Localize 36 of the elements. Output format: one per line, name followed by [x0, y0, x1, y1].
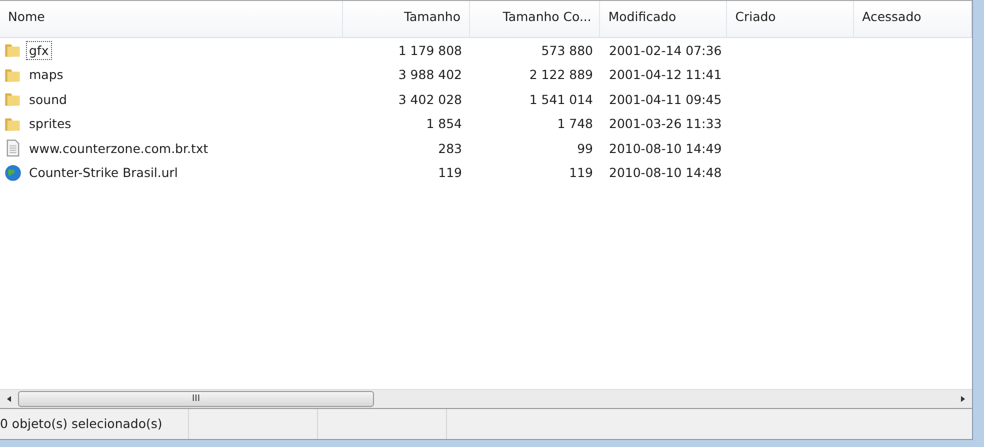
modified-date: 2001-03-26 11:33 [608, 116, 723, 132]
file-size: 3 988 402 [397, 67, 463, 82]
file-name[interactable]: sprites [26, 114, 74, 134]
column-header[interactable]: Acessado [854, 1, 972, 37]
column-header[interactable]: Tamanho Co... [470, 1, 600, 37]
globe-icon [4, 164, 22, 182]
scroll-left-arrow[interactable] [6, 396, 12, 402]
packed-size: 119 [568, 165, 594, 180]
modified-date: 2010-08-10 14:48 [608, 165, 723, 180]
file-size: 119 [437, 165, 463, 180]
scroll-right-arrow[interactable] [960, 396, 966, 402]
file-name[interactable]: maps [26, 65, 66, 84]
file-size: 1 179 808 [397, 42, 463, 58]
file-name[interactable]: sound [26, 90, 70, 109]
column-header[interactable]: Tamanho [342, 1, 470, 37]
column-header[interactable]: Criado [727, 1, 854, 37]
file-size: 283 [437, 140, 463, 156]
file-size: 1 854 [425, 116, 463, 132]
modified-date: 2010-08-10 14:49 [608, 140, 723, 156]
packed-size: 2 122 889 [528, 67, 594, 82]
modified-date: 2001-04-12 11:41 [608, 67, 723, 82]
modified-date: 2001-04-11 09:45 [608, 92, 723, 107]
file-name[interactable]: Counter-Strike Brasil.url [26, 163, 181, 182]
file-name[interactable]: www.counterzone.com.br.txt [26, 138, 212, 158]
scrollbar-thumb[interactable]: III [18, 391, 374, 407]
status-text: 0 objeto(s) selecionado(s) [0, 409, 189, 439]
modified-date: 2001-02-14 07:36 [608, 42, 723, 58]
packed-size: 1 541 014 [528, 92, 594, 107]
document-icon [4, 139, 22, 158]
packed-size: 573 880 [540, 42, 594, 58]
file-size: 3 402 028 [397, 92, 463, 107]
column-header[interactable]: Modificado [600, 1, 728, 37]
file-name[interactable]: gfx [26, 40, 52, 60]
packed-size: 99 [576, 140, 594, 156]
column-header[interactable]: Nome [0, 1, 343, 37]
packed-size: 1 748 [556, 116, 594, 132]
